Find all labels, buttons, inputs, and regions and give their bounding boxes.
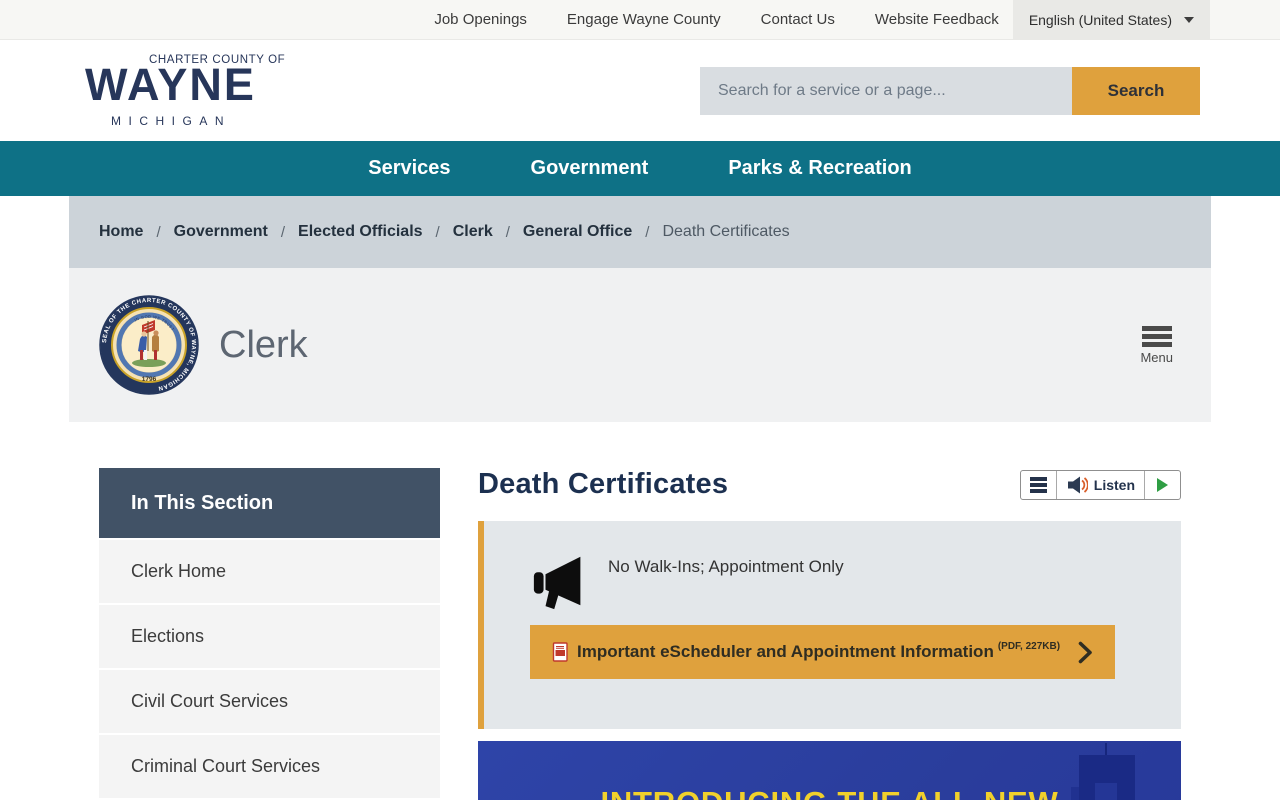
main-column: Death Certificates Listen No Walk-Ins; A… — [478, 468, 1181, 800]
speaker-icon — [1067, 476, 1088, 494]
pdf-file-icon — [552, 642, 568, 662]
sidebar-item[interactable]: Criminal Court Services — [99, 735, 440, 798]
breadcrumb-separator: / — [156, 223, 161, 241]
sidebar-item[interactable]: Elections — [99, 605, 440, 668]
listen-play-button[interactable] — [1144, 471, 1180, 499]
breadcrumb-separator: / — [645, 223, 650, 241]
breadcrumb-current: Death Certificates — [662, 223, 790, 240]
megaphone-icon — [533, 556, 581, 610]
breadcrumb-separator: / — [280, 223, 286, 241]
site-header: CHARTER COUNTY OF WAYNE MICHIGAN Search — [0, 40, 1280, 141]
chevron-down-icon — [1184, 16, 1194, 23]
pdf-button-meta: (PDF, 227KB) — [997, 640, 1061, 652]
department-title: Clerk — [219, 323, 308, 366]
logo-wayne-line: WAYNE — [85, 58, 256, 110]
utility-links: Job Openings Engage Wayne County Contact U… — [434, 0, 998, 39]
listen-widget[interactable]: Listen — [1019, 470, 1181, 500]
utility-link[interactable]: Job Openings — [434, 11, 527, 28]
listen-button[interactable]: Listen — [1055, 471, 1144, 499]
breadcrumb: Home / Government / Elected Officials / — [99, 223, 790, 241]
utility-link[interactable]: Engage Wayne County — [567, 11, 721, 28]
wayne-county-logo[interactable]: CHARTER COUNTY OF WAYNE MICHIGAN — [85, 54, 295, 128]
sidebar-item[interactable]: Clerk Home — [99, 540, 440, 603]
nav-item[interactable]: Services — [368, 157, 450, 180]
department-header: SEAL OF THE CHARTER COUNTY OF WAYNE, MIC… — [69, 268, 1211, 422]
svg-text:1796: 1796 — [142, 376, 157, 383]
county-seal-image: SEAL OF THE CHARTER COUNTY OF WAYNE, MIC… — [99, 295, 199, 395]
listen-menu-segment[interactable] — [1021, 471, 1056, 499]
announcement-text: No Walk-Ins; Appointment Only — [608, 557, 844, 576]
section-sidebar: In This Section Clerk Home Elections Civil… — [99, 468, 440, 800]
pdf-button-label: Important eScheduler and Appointment Inf… — [577, 642, 994, 661]
breadcrumb-link[interactable]: Elected Officials — [298, 223, 423, 241]
logo-michigan-line: MICHIGAN — [111, 113, 231, 128]
list-icon — [1029, 477, 1047, 493]
search-input[interactable] — [700, 66, 1072, 115]
promo-banner[interactable]: INTRODUCING THE ALL-NEW — [478, 741, 1181, 800]
nav-item[interactable]: Parks & Recreation — [728, 157, 911, 180]
menu-button-label: Menu — [1140, 349, 1173, 365]
section-menu-button[interactable]: Menu — [1140, 325, 1173, 365]
play-icon — [1157, 478, 1168, 492]
hamburger-menu-icon — [1141, 325, 1172, 347]
utility-link[interactable]: Website Feedback — [875, 11, 999, 28]
language-selector-label: English (United States) — [1028, 11, 1172, 28]
breadcrumb-separator: / — [505, 223, 510, 241]
page-title: Death Certificates — [478, 468, 729, 500]
breadcrumb-link[interactable]: Clerk — [453, 223, 493, 241]
nav-item[interactable]: Government — [531, 157, 649, 180]
language-selector[interactable]: English (United States) — [1012, 0, 1210, 39]
pdf-download-button[interactable]: Important eScheduler and Appointment Inf… — [530, 625, 1115, 679]
sidebar-item[interactable]: Civil Court Services — [99, 670, 440, 733]
breadcrumb-link[interactable]: Government — [174, 223, 268, 241]
chevron-right-icon — [1078, 641, 1093, 664]
breadcrumb-link[interactable]: Home — [99, 223, 143, 241]
breadcrumb-separator: / — [435, 223, 440, 241]
utility-link[interactable]: Contact Us — [761, 11, 835, 28]
site-search: Search — [700, 66, 1200, 115]
utility-bar: Job Openings Engage Wayne County Contact U… — [0, 0, 1280, 40]
banner-headline: INTRODUCING THE ALL-NEW — [478, 785, 1181, 800]
content-area: In This Section Clerk Home Elections Civil… — [69, 422, 1211, 800]
main-navigation: Services Government Parks & Recreation — [0, 141, 1280, 196]
breadcrumb-link[interactable]: General Office — [523, 223, 632, 241]
search-button[interactable]: Search — [1072, 66, 1200, 115]
sidebar-list: Clerk Home Elections Civil Court Services C… — [99, 540, 440, 798]
announcement-box: No Walk-Ins; Appointment Only Important … — [478, 521, 1181, 729]
listen-label: Listen — [1093, 477, 1135, 493]
breadcrumb-band: Home / Government / Elected Officials / — [69, 196, 1211, 268]
sidebar-header: In This Section — [99, 468, 440, 538]
